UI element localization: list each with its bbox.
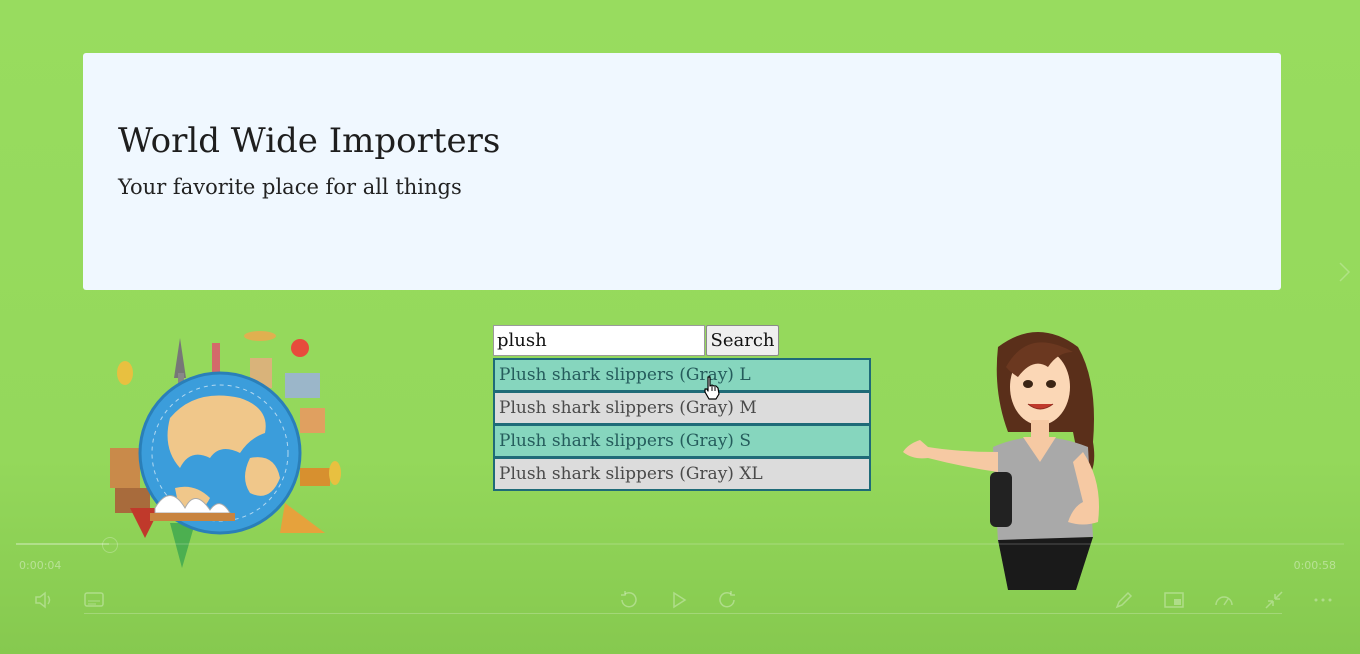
controls-divider	[84, 613, 1282, 614]
speed-icon[interactable]	[1213, 589, 1235, 611]
progress-track[interactable]	[16, 543, 1344, 545]
volume-icon[interactable]	[33, 589, 55, 611]
search-suggestions: Plush shark slippers (Gray) L Plush shar…	[493, 358, 871, 491]
search-input[interactable]	[493, 325, 705, 356]
pen-icon[interactable]	[1113, 589, 1135, 611]
progress-fill	[16, 543, 109, 545]
more-icon[interactable]	[1312, 589, 1334, 611]
site-title: World Wide Importers	[118, 121, 501, 161]
rewind-10-icon[interactable]	[617, 589, 639, 611]
site-tagline: Your favorite place for all things	[118, 175, 462, 199]
progress-thumb[interactable]	[101, 537, 118, 553]
elapsed-time: 0:00:04	[19, 559, 62, 572]
suggestion-item[interactable]: Plush shark slippers (Gray) S	[493, 424, 871, 458]
suggestion-item[interactable]: Plush shark slippers (Gray) XL	[493, 457, 871, 491]
header-card: World Wide Importers Your favorite place…	[83, 53, 1281, 290]
play-icon[interactable]	[668, 589, 690, 611]
search-button[interactable]: Search	[706, 325, 779, 356]
suggestion-item[interactable]: Plush shark slippers (Gray) L	[493, 358, 871, 392]
duration-time: 0:00:58	[1293, 559, 1336, 572]
forward-10-icon[interactable]	[717, 589, 739, 611]
next-slide-icon[interactable]	[1336, 260, 1354, 288]
hand-cursor-icon	[702, 376, 722, 404]
suggestion-item[interactable]: Plush shark slippers (Gray) M	[493, 391, 871, 425]
pip-icon[interactable]	[1163, 589, 1185, 611]
captions-icon[interactable]	[83, 589, 105, 611]
minimize-icon[interactable]	[1263, 589, 1285, 611]
assistant-character-illustration	[898, 322, 1123, 596]
